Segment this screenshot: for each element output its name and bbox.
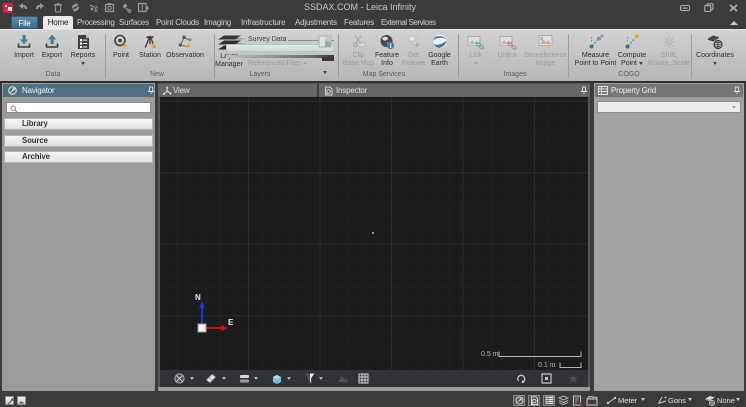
svg-text:N: N: [195, 293, 201, 302]
svg-text:E: E: [228, 318, 234, 327]
